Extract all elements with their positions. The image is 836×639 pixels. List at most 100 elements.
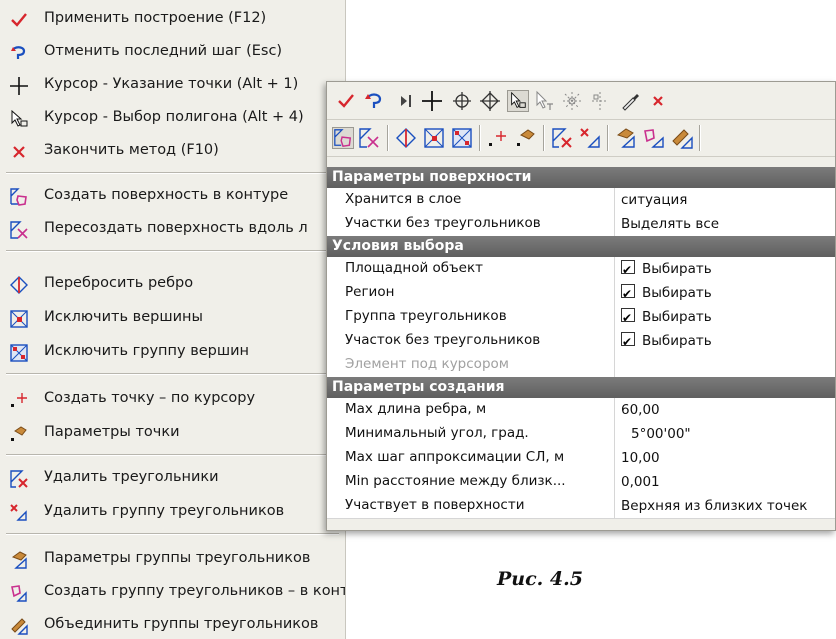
- menu-item-point-params[interactable]: Параметры точки: [0, 417, 345, 450]
- delete-triangle-group-icon[interactable]: [579, 127, 601, 149]
- section-header: Параметры поверхности: [327, 167, 835, 188]
- menu-separator: [6, 533, 339, 535]
- prop-row-layer[interactable]: Хранится в слое ситуация: [327, 188, 835, 213]
- prop-row-min-angle[interactable]: Минимальный угол, град. 5°00'00": [327, 422, 835, 447]
- delete-triangles-icon[interactable]: [551, 127, 573, 149]
- checkbox[interactable]: [621, 282, 635, 305]
- prop-value-checkbox[interactable]: Выбирать: [614, 305, 835, 329]
- prop-name: Площадной объект: [345, 260, 483, 276]
- crosshair-icon: [10, 77, 28, 95]
- surface-recreate-icon: [10, 221, 28, 239]
- prop-value-checkbox[interactable]: Выбирать: [614, 329, 835, 353]
- create-point-icon: [11, 393, 27, 407]
- cross-icon[interactable]: [647, 90, 669, 112]
- menu-item-cursor-polygon[interactable]: Курсор - Выбор полигона (Alt + 4): [0, 102, 345, 135]
- menu-item-label: Пересоздать поверхность вдоль л: [44, 220, 308, 236]
- checkbox[interactable]: [621, 306, 635, 329]
- menu-item-label: Объединить группы треугольников: [44, 616, 319, 632]
- create-triangle-group-icon[interactable]: [643, 127, 665, 149]
- menu-item-undo[interactable]: Отменить последний шаг (Esc): [0, 36, 345, 69]
- surface-recreate-icon[interactable]: [358, 127, 380, 149]
- snap-icon[interactable]: [479, 90, 501, 112]
- menu-item-recreate-surface[interactable]: Пересоздать поверхность вдоль л: [0, 213, 345, 246]
- crosshair-icon[interactable]: [421, 90, 443, 112]
- menu-item-label: Отменить последний шаг (Esc): [44, 43, 283, 59]
- undo-icon[interactable]: [363, 90, 385, 112]
- checkbox[interactable]: [621, 258, 635, 281]
- prop-value-checkbox[interactable]: Выбирать: [614, 257, 835, 281]
- exclude-vertex-group-icon[interactable]: [451, 127, 473, 149]
- prop-value[interactable]: 10,00: [614, 446, 835, 470]
- node-snap-icon[interactable]: [589, 90, 611, 112]
- menu-separator: [6, 250, 339, 252]
- cross-icon: [13, 146, 25, 158]
- menu-item-flip-edge[interactable]: Перебросить ребро: [0, 268, 345, 301]
- create-point-icon[interactable]: [487, 127, 509, 149]
- prop-value[interactable]: 0,001: [614, 470, 835, 494]
- menu-item-merge-triangle-groups[interactable]: Объединить группы треугольников: [0, 609, 345, 639]
- prop-value[interactable]: ситуация: [614, 188, 835, 212]
- surface-contour-icon[interactable]: [332, 127, 354, 149]
- menu-item-triangle-group-params[interactable]: Параметры группы треугольников: [0, 543, 345, 576]
- prop-row-max-approx-step[interactable]: Max шаг аппроксимации СЛ, м 10,00: [327, 446, 835, 471]
- merge-triangle-groups-icon[interactable]: [671, 127, 693, 149]
- menu-item-apply[interactable]: Применить построение (F12): [0, 3, 345, 36]
- prop-row-max-edge[interactable]: Max длина ребра, м 60,00: [327, 398, 835, 423]
- menu-item-finish[interactable]: Закончить метод (F10): [0, 135, 345, 168]
- target-icon[interactable]: [451, 90, 473, 112]
- check-icon[interactable]: [335, 90, 357, 112]
- menu-item-label: Создать точку – по курсору: [44, 390, 256, 406]
- prop-name: Участки без треугольников: [345, 215, 541, 231]
- prop-row-area-object[interactable]: Площадной объект Выбирать: [327, 257, 835, 282]
- create-triangle-group-icon: [11, 585, 27, 602]
- menu-item-label: Параметры точки: [44, 424, 180, 440]
- prop-row-area-no-triangles[interactable]: Участок без треугольников Выбирать: [327, 329, 835, 354]
- menu-item-exclude-vertices[interactable]: Исключить вершины: [0, 302, 345, 335]
- triangle-group-params-icon: [11, 551, 27, 569]
- prop-row-empty-areas[interactable]: Участки без треугольников Выделять все: [327, 212, 835, 237]
- polygon-cursor-icon: [11, 110, 28, 127]
- menu-item-label: Параметры группы треугольников: [44, 550, 311, 566]
- prop-name: Min расстояние между близк...: [345, 473, 566, 489]
- check-icon: [11, 13, 27, 27]
- eyedropper-icon[interactable]: [619, 90, 641, 112]
- prop-row-region[interactable]: Регион Выбирать: [327, 281, 835, 306]
- menu-item-label: Удалить треугольники: [44, 469, 219, 485]
- menu-separator: [6, 172, 339, 174]
- menu-item-label: Закончить метод (F10): [44, 142, 219, 158]
- prop-row-participates[interactable]: Участвует в поверхности Верхняя из близк…: [327, 494, 835, 519]
- checkbox-label: Выбирать: [642, 285, 712, 301]
- cursor-t-icon[interactable]: [533, 90, 555, 112]
- menu-item-label: Исключить группу вершин: [44, 343, 250, 359]
- prop-value: [614, 353, 835, 377]
- grid-snap-icon[interactable]: [561, 90, 583, 112]
- prop-value[interactable]: 5°00'00": [614, 422, 835, 446]
- delete-triangles-icon: [10, 470, 28, 488]
- step-icon[interactable]: [395, 90, 417, 112]
- menu-item-delete-triangle-group[interactable]: Удалить группу треугольников: [0, 496, 345, 529]
- menu-item-label: Применить построение (F12): [44, 10, 267, 26]
- prop-row-triangle-group[interactable]: Группа треугольников Выбирать: [327, 305, 835, 330]
- menu-item-create-point[interactable]: Создать точку – по курсору: [0, 383, 345, 416]
- prop-value[interactable]: 60,00: [614, 398, 835, 422]
- menu-item-exclude-vertex-group[interactable]: Исключить группу вершин: [0, 336, 345, 369]
- toolbar-separator: [699, 125, 701, 151]
- polygon-cursor-icon[interactable]: [507, 90, 529, 112]
- prop-value[interactable]: Верхняя из близких точек: [614, 494, 835, 518]
- checkbox[interactable]: [621, 330, 635, 353]
- menu-item-cursor-point[interactable]: Курсор - Указание точки (Alt + 1): [0, 69, 345, 102]
- flip-edge-icon: [10, 276, 28, 294]
- menu-item-delete-triangles[interactable]: Удалить треугольники: [0, 462, 345, 495]
- menu-item-create-triangle-group[interactable]: Создать группу треугольников – в контуре: [0, 576, 345, 609]
- checkbox-label: Выбирать: [642, 261, 712, 277]
- triangle-group-params-icon[interactable]: [615, 127, 637, 149]
- merge-triangle-groups-icon: [11, 618, 28, 635]
- exclude-vertices-icon[interactable]: [423, 127, 445, 149]
- prop-name: Участок без треугольников: [345, 332, 541, 348]
- flip-edge-icon[interactable]: [395, 127, 417, 149]
- point-params-icon[interactable]: [515, 127, 537, 149]
- menu-item-create-surface[interactable]: Создать поверхность в контуре: [0, 180, 345, 213]
- prop-row-min-distance[interactable]: Min расстояние между близк... 0,001: [327, 470, 835, 495]
- prop-value-checkbox[interactable]: Выбирать: [614, 281, 835, 305]
- prop-value[interactable]: Выделять все: [614, 212, 835, 236]
